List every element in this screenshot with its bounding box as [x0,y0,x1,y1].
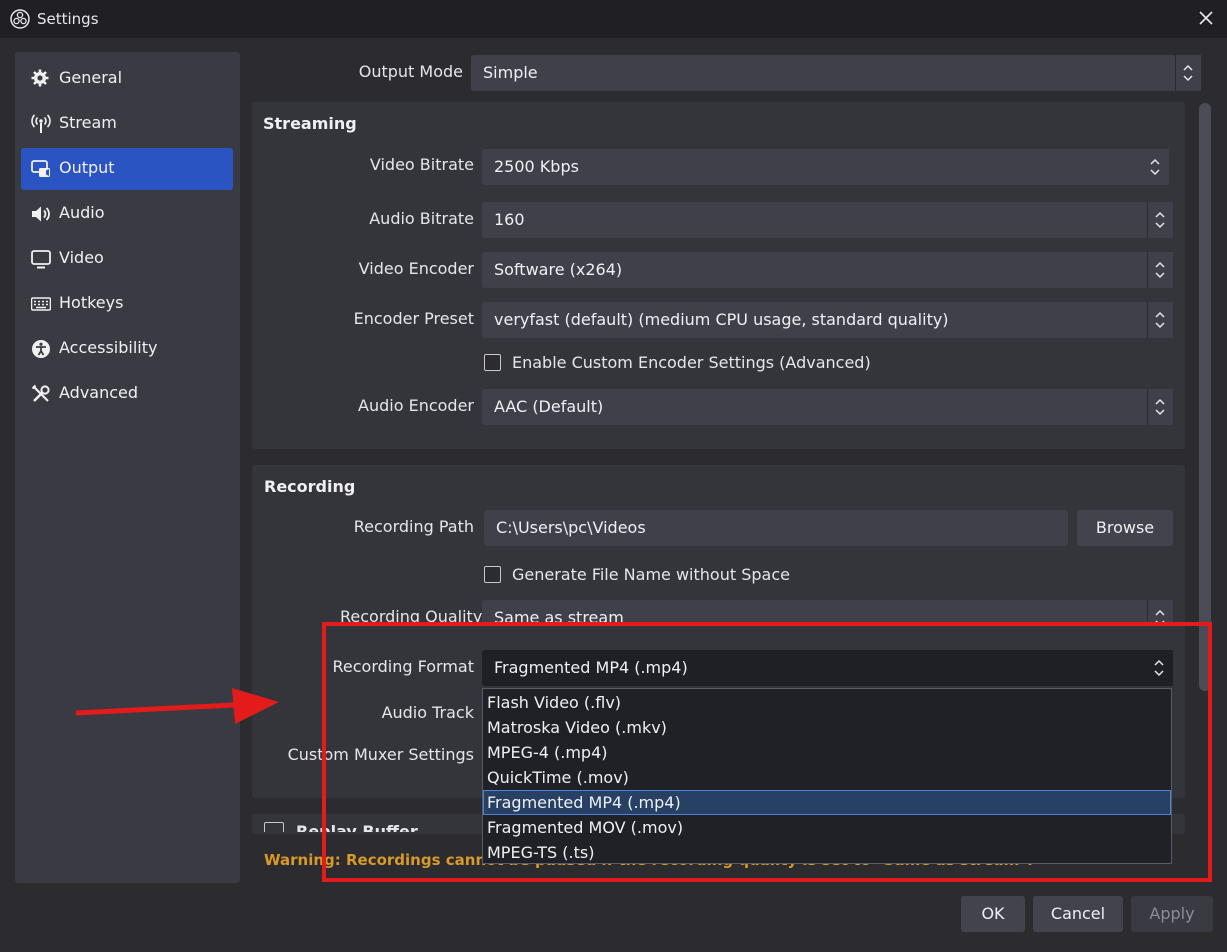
recording-path-label: Recording Path [353,517,474,536]
up-down-chevron-icon [1155,211,1165,229]
sidebar-item-label: Video [59,248,104,267]
recording-title: Recording [264,477,356,496]
title-bar: Settings [0,0,1227,38]
audio-encoder-select[interactable]: AAC (Default) [482,389,1173,425]
audio-encoder-value: AAC (Default) [494,397,604,416]
encoder-preset-spinner[interactable] [1147,302,1173,338]
sidebar-item-stream[interactable]: Stream [21,103,233,145]
scrollbar-thumb[interactable] [1199,103,1211,691]
output-mode-value: Simple [483,63,538,82]
cancel-button[interactable]: Cancel [1033,896,1123,932]
video-encoder-spinner[interactable] [1147,252,1173,288]
gear-icon [31,69,49,87]
apply-button[interactable]: Apply [1131,896,1213,932]
output-mode-label: Output Mode [358,62,463,81]
sidebar-item-label: General [59,68,123,87]
recording-path-input[interactable]: C:\Users\pc\Videos [484,510,1068,546]
video-bitrate-spinner[interactable] [1143,149,1169,185]
up-down-chevron-icon [1155,261,1165,279]
sidebar-item-label: Accessibility [59,338,158,357]
window-title: Settings [37,10,99,28]
audio-encoder-spinner[interactable] [1147,389,1173,425]
annotation-highlight-box [322,622,1212,882]
antenna-icon [31,114,51,133]
streaming-title: Streaming [263,114,357,133]
recording-path-value: C:\Users\pc\Videos [496,518,646,537]
annotation-arrow-icon [75,688,279,724]
custom-encoder-checkbox[interactable] [484,354,501,371]
sidebar-item-hotkeys[interactable]: Hotkeys [21,283,233,325]
output-icon [31,160,50,177]
sidebar-item-video[interactable]: Video [21,238,233,280]
output-mode-select[interactable]: Simple [471,55,1201,91]
up-down-chevron-icon [1150,158,1160,176]
video-bitrate-value: 2500 Kbps [494,157,579,176]
obs-logo-icon [10,9,30,29]
accessibility-icon [32,340,50,358]
close-icon[interactable] [1196,8,1216,28]
up-down-chevron-icon [1155,311,1165,329]
no-space-label: Generate File Name without Space [512,565,790,584]
keyboard-icon [31,297,51,311]
no-space-checkbox[interactable] [484,566,501,583]
audio-encoder-label: Audio Encoder [358,396,474,415]
encoder-preset-label: Encoder Preset [353,309,474,328]
audio-bitrate-label: Audio Bitrate [369,209,474,228]
sidebar-item-label: Hotkeys [59,293,124,312]
video-encoder-label: Video Encoder [358,259,474,278]
replay-buffer-checkbox[interactable] [264,822,284,832]
sidebar-item-label: Stream [59,113,117,132]
video-encoder-value: Software (x264) [494,260,623,279]
sidebar-item-general[interactable]: General [21,58,233,100]
sidebar-item-accessibility[interactable]: Accessibility [21,328,233,370]
video-bitrate-spinbox[interactable]: 2500 Kbps [482,149,1169,185]
sidebar-item-audio[interactable]: Audio [21,193,233,235]
sidebar-item-advanced[interactable]: Advanced [21,373,233,415]
sidebar-item-label: Advanced [59,383,139,402]
audio-bitrate-value: 160 [494,210,525,229]
settings-sidebar: General Stream Output Audio Video Hotkey… [15,52,240,883]
ok-button[interactable]: OK [961,896,1025,932]
audio-bitrate-select[interactable]: 160 [482,202,1173,238]
speaker-icon [32,206,50,222]
sidebar-item-output[interactable]: Output [21,148,233,190]
monitor-icon [31,250,51,269]
output-mode-spinner[interactable] [1175,55,1201,91]
video-encoder-select[interactable]: Software (x264) [482,252,1173,288]
video-bitrate-label: Video Bitrate [369,155,474,174]
custom-encoder-label: Enable Custom Encoder Settings (Advanced… [512,353,871,372]
audio-bitrate-spinner[interactable] [1147,202,1173,238]
up-down-chevron-icon [1183,64,1193,82]
encoder-preset-value: veryfast (default) (medium CPU usage, st… [494,310,949,329]
sidebar-item-label: Output [59,158,115,177]
browse-button[interactable]: Browse [1077,510,1173,546]
up-down-chevron-icon [1155,398,1165,416]
sidebar-item-label: Audio [59,203,105,222]
encoder-preset-select[interactable]: veryfast (default) (medium CPU usage, st… [482,302,1173,338]
tools-icon [31,384,50,402]
